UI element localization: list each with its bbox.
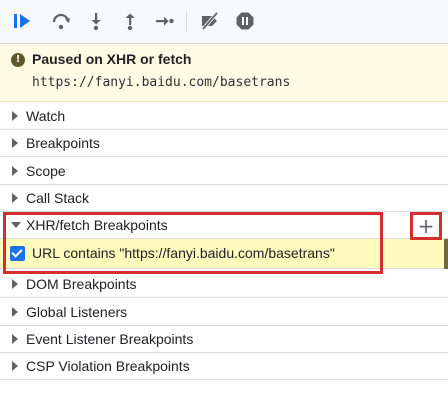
add-xhr-breakpoint-button[interactable]: + xyxy=(412,213,440,239)
selection-accent xyxy=(444,239,448,269)
section-xhr-fetch-breakpoints[interactable]: XHR/fetch Breakpoints xyxy=(0,212,448,239)
section-label: Global Listeners xyxy=(26,304,128,320)
section-watch[interactable]: Watch xyxy=(0,103,448,130)
toolbar-separator xyxy=(186,10,187,32)
section-scope[interactable]: Scope xyxy=(0,158,448,185)
xhr-breakpoint-item[interactable]: URL contains "https://fanyi.baidu.com/ba… xyxy=(0,239,448,269)
section-label: Breakpoints xyxy=(26,135,100,151)
section-label: Watch xyxy=(26,108,66,124)
collapse-triangle-icon xyxy=(11,222,21,228)
step-button[interactable] xyxy=(150,7,178,35)
step-into-button[interactable] xyxy=(82,7,110,35)
breakpoint-checkbox[interactable] xyxy=(10,246,25,261)
section-label: CSP Violation Breakpoints xyxy=(26,358,190,374)
section-label: Scope xyxy=(26,163,66,179)
resume-button[interactable] xyxy=(8,7,36,35)
resume-icon xyxy=(14,14,30,28)
section-label: Event Listener Breakpoints xyxy=(26,331,194,347)
step-icon xyxy=(156,16,174,26)
paused-message: ! Paused on XHR or fetch https://fanyi.b… xyxy=(0,44,448,102)
pause-on-exceptions-icon xyxy=(236,12,254,30)
expand-triangle-icon xyxy=(12,193,18,203)
paused-title: Paused on XHR or fetch xyxy=(32,51,192,67)
section-breakpoints[interactable]: Breakpoints xyxy=(0,130,448,157)
debugger-toolbar xyxy=(0,0,448,44)
section-label: DOM Breakpoints xyxy=(26,276,137,292)
step-out-button[interactable] xyxy=(116,7,144,35)
deactivate-breakpoints-button[interactable] xyxy=(196,7,224,35)
expand-triangle-icon xyxy=(12,166,18,176)
section-call-stack[interactable]: Call Stack xyxy=(0,185,448,212)
debugger-sidebar-pane: ! Paused on XHR or fetch https://fanyi.b… xyxy=(0,0,448,409)
expand-triangle-icon xyxy=(12,307,18,317)
expand-triangle-icon xyxy=(12,361,18,371)
paused-url: https://fanyi.baidu.com/basetrans xyxy=(32,75,291,90)
section-label: XHR/fetch Breakpoints xyxy=(26,217,168,233)
section-dom-breakpoints[interactable]: DOM Breakpoints xyxy=(0,271,448,298)
section-global-listeners[interactable]: Global Listeners xyxy=(0,299,448,326)
deactivate-breakpoints-icon xyxy=(201,11,219,31)
expand-triangle-icon xyxy=(12,111,18,121)
expand-triangle-icon xyxy=(12,334,18,344)
section-csp-violation-breakpoints[interactable]: CSP Violation Breakpoints xyxy=(0,353,448,380)
step-over-button[interactable] xyxy=(47,7,75,35)
info-icon: ! xyxy=(11,53,25,67)
breakpoint-url-text: URL contains "https://fanyi.baidu.com/ba… xyxy=(32,245,335,261)
expand-triangle-icon xyxy=(12,279,18,289)
pause-on-exceptions-button[interactable] xyxy=(231,7,259,35)
step-out-icon xyxy=(125,13,135,31)
step-over-icon xyxy=(52,13,70,30)
section-event-listener-breakpoints[interactable]: Event Listener Breakpoints xyxy=(0,326,448,353)
step-into-icon xyxy=(91,13,101,31)
expand-triangle-icon xyxy=(12,138,18,148)
section-label: Call Stack xyxy=(26,190,90,206)
